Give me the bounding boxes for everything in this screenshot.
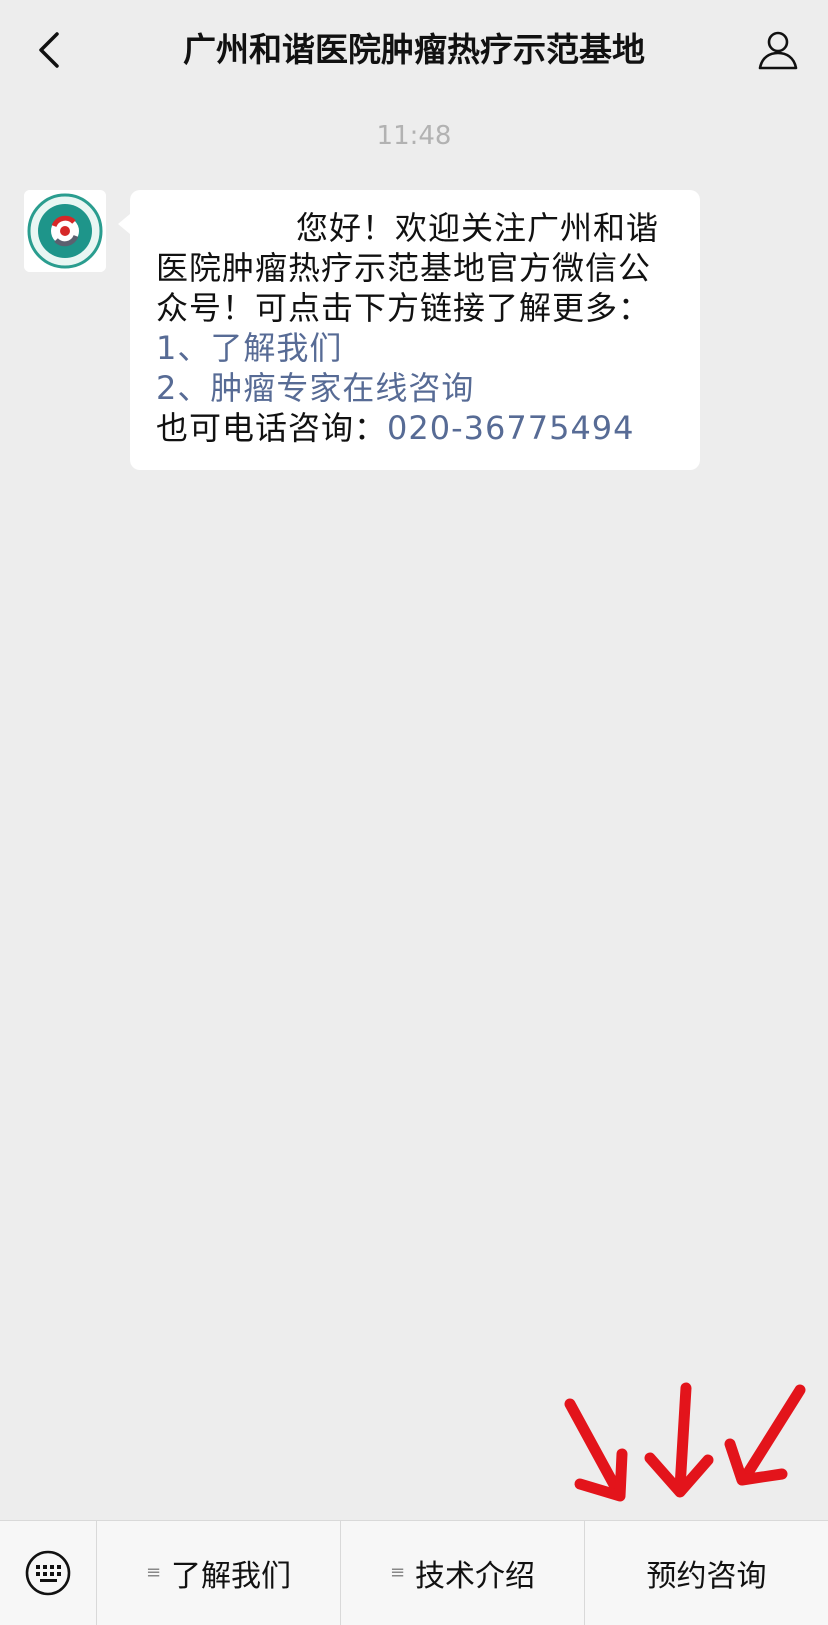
greeting-text: 您好！欢迎关注广州和谐医院肿瘤热疗示范基地官方微信公众号！可点击下方链接了解更多… bbox=[156, 209, 660, 327]
hospital-logo-icon bbox=[24, 190, 106, 272]
chevron-left-icon bbox=[39, 32, 59, 68]
phone-line: 也可电话咨询：020-36775494 bbox=[156, 408, 680, 448]
account-avatar[interactable] bbox=[24, 190, 106, 272]
menu-label-about-us: 了解我们 bbox=[171, 1559, 292, 1594]
menu-bar: ≡ 了解我们 ≡ 技术介绍 预约咨询 bbox=[0, 1520, 828, 1625]
submenu-lines-icon: ≡ bbox=[145, 1562, 162, 1583]
arrow-left bbox=[564, 1398, 624, 1498]
link-about-us[interactable]: 1、了解我们 bbox=[156, 328, 680, 368]
keyboard-toggle-button[interactable] bbox=[0, 1521, 97, 1625]
page-title: 广州和谐医院肿瘤热疗示范基地 bbox=[183, 30, 645, 69]
menu-item-about-us[interactable]: ≡ 了解我们 bbox=[97, 1521, 341, 1625]
menu-item-appointment[interactable]: 预约咨询 bbox=[585, 1521, 828, 1625]
menu-label-appointment: 预约咨询 bbox=[646, 1559, 767, 1594]
back-button[interactable] bbox=[22, 22, 78, 78]
top-nav-bar: 广州和谐医院肿瘤热疗示范基地 bbox=[0, 0, 828, 100]
phone-prefix: 也可电话咨询： bbox=[156, 409, 388, 447]
message-bubble: 您好！欢迎关注广州和谐医院肿瘤热疗示范基地官方微信公众号！可点击下方链接了解更多… bbox=[118, 190, 700, 470]
person-icon bbox=[758, 31, 798, 70]
phone-number-link[interactable]: 020-36775494 bbox=[387, 409, 635, 447]
red-arrows-annotation bbox=[564, 1382, 806, 1502]
menu-item-technology[interactable]: ≡ 技术介绍 bbox=[341, 1521, 585, 1625]
submenu-lines-icon: ≡ bbox=[389, 1562, 406, 1583]
link-expert-consult[interactable]: 2、肿瘤专家在线咨询 bbox=[156, 368, 680, 408]
menu-label-technology: 技术介绍 bbox=[415, 1559, 536, 1594]
arrow-right bbox=[740, 1384, 806, 1482]
message-timestamp: 11:48 bbox=[376, 121, 452, 151]
keyboard-icon bbox=[25, 1550, 71, 1596]
arrow-middle bbox=[674, 1382, 692, 1494]
profile-button[interactable] bbox=[750, 22, 806, 78]
